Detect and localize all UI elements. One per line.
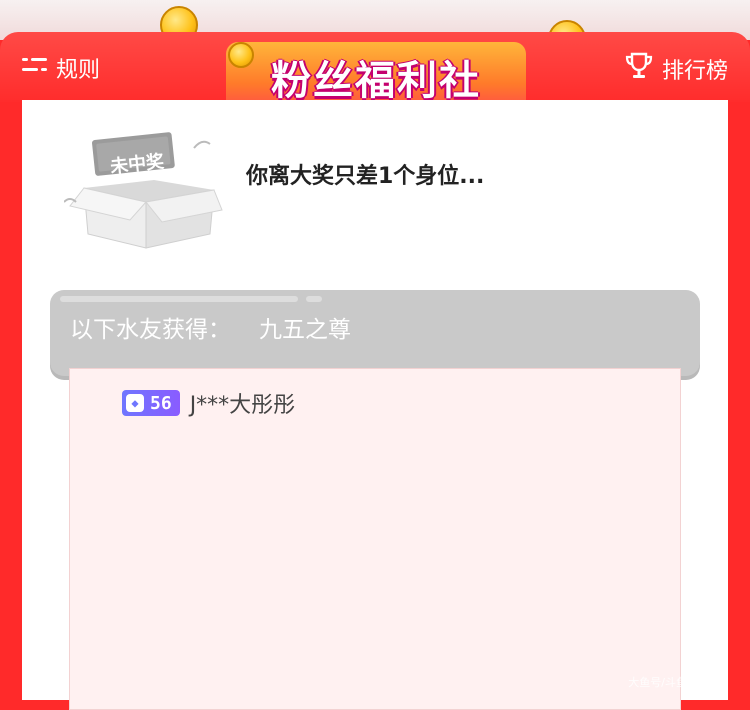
list-item: ◆ 56 J***大彤彤 xyxy=(122,387,295,419)
winners-card: 以下水友获得： 九五之尊 xyxy=(50,290,700,380)
level-badge: ◆ 56 xyxy=(122,390,180,416)
menu-icon xyxy=(22,55,48,81)
card-decoration xyxy=(60,296,298,302)
result-section: 未中奖 你离大奖只差1个身位... xyxy=(22,100,728,280)
result-message: 你离大奖只差1个身位... xyxy=(246,164,485,189)
level-number: 56 xyxy=(150,392,172,414)
winners-label: 以下水友获得： xyxy=(70,317,231,343)
leaderboard-button[interactable]: 排行榜 xyxy=(624,52,728,86)
winners-heading: 以下水友获得： 九五之尊 xyxy=(70,310,351,344)
prize-name: 九五之尊 xyxy=(259,317,351,343)
card-decoration xyxy=(306,296,322,302)
page-title: 粉丝福利社 xyxy=(271,58,481,104)
trophy-icon xyxy=(624,52,654,86)
rules-label: 规则 xyxy=(56,58,101,83)
winner-name: J***大彤彤 xyxy=(189,393,296,418)
shield-icon: ◆ xyxy=(126,394,144,412)
main-panel: 未中奖 你离大奖只差1个身位... 以下水友获得： 九五之尊 ◆ 56 J***大… xyxy=(22,100,728,710)
watermark: 大鱼号/斗鱼大事件 xyxy=(628,676,720,689)
leaderboard-label: 排行榜 xyxy=(661,59,728,84)
winners-list[interactable]: ◆ 56 J***大彤彤 xyxy=(69,368,681,710)
empty-box-illustration: 未中奖 xyxy=(63,130,224,250)
coin-icon xyxy=(228,42,254,68)
rules-button[interactable]: 规则 xyxy=(22,52,100,84)
